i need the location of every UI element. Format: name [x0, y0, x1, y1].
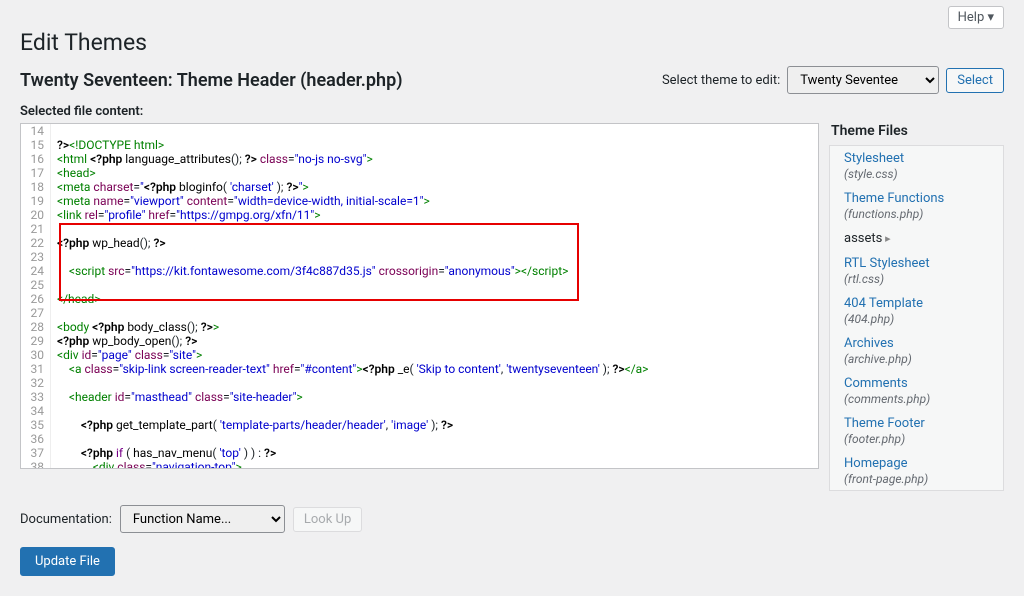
line-number: 21	[21, 222, 51, 236]
code-line[interactable]: 28<body <?php body_class(); ?>>	[21, 320, 818, 334]
line-number: 20	[21, 208, 51, 222]
line-number: 34	[21, 404, 51, 418]
line-number: 36	[21, 432, 51, 446]
theme-files-title: Theme Files	[831, 123, 1004, 139]
code-line[interactable]: 33 <header id="masthead" class="site-hea…	[21, 390, 818, 404]
line-number: 29	[21, 334, 51, 348]
code-line[interactable]: 24 <script src="https://kit.fontawesome.…	[21, 264, 818, 278]
line-number: 33	[21, 390, 51, 404]
code-line[interactable]: 20<link rel="profile" href="https://gmpg…	[21, 208, 818, 222]
code-line[interactable]: 25	[21, 278, 818, 292]
code-line[interactable]: 30<div id="page" class="site">	[21, 348, 818, 362]
line-number: 25	[21, 278, 51, 292]
line-number: 30	[21, 348, 51, 362]
code-line[interactable]: 35 <?php get_template_part( 'template-pa…	[21, 418, 818, 432]
line-number: 28	[21, 320, 51, 334]
code-line[interactable]: 34	[21, 404, 818, 418]
line-number: 17	[21, 166, 51, 180]
code-line[interactable]: 32	[21, 376, 818, 390]
file-item[interactable]: Homepage(front-page.php)	[830, 451, 1003, 491]
line-number: 14	[21, 124, 51, 138]
code-line[interactable]: 38 <div class="navigation-top">	[21, 460, 818, 469]
code-line[interactable]: 14	[21, 124, 818, 138]
line-number: 23	[21, 250, 51, 264]
code-line[interactable]: 36	[21, 432, 818, 446]
documentation-select[interactable]: Function Name...	[120, 505, 285, 533]
select-button[interactable]: Select	[946, 68, 1004, 93]
file-item[interactable]: Archives(archive.php)	[830, 331, 1003, 371]
file-title: Twenty Seventeen: Theme Header (header.p…	[20, 70, 403, 91]
code-line[interactable]: 23	[21, 250, 818, 264]
file-item[interactable]: 404 Template(404.php)	[830, 291, 1003, 331]
line-number: 18	[21, 180, 51, 194]
line-number: 38	[21, 460, 51, 469]
code-line[interactable]: 26</head>	[21, 292, 818, 306]
line-number: 15	[21, 138, 51, 152]
file-item[interactable]: Theme Functions(functions.php)	[830, 186, 1003, 226]
code-line[interactable]: 37 <?php if ( has_nav_menu( 'top' ) ) : …	[21, 446, 818, 460]
file-tree[interactable]: Stylesheet(style.css)Theme Functions(fun…	[829, 145, 1004, 491]
code-line[interactable]: 22<?php wp_head(); ?>	[21, 236, 818, 250]
line-number: 35	[21, 418, 51, 432]
code-line[interactable]: 19<meta name="viewport" content="width=d…	[21, 194, 818, 208]
line-number: 27	[21, 306, 51, 320]
line-number: 37	[21, 446, 51, 460]
line-number: 19	[21, 194, 51, 208]
line-number: 16	[21, 152, 51, 166]
line-number: 24	[21, 264, 51, 278]
code-line[interactable]: 27	[21, 306, 818, 320]
line-number: 22	[21, 236, 51, 250]
line-number: 31	[21, 362, 51, 376]
file-item[interactable]: Theme Footer(footer.php)	[830, 411, 1003, 451]
code-line[interactable]: 18<meta charset="<?php bloginfo( 'charse…	[21, 180, 818, 194]
page-title: Edit Themes	[20, 29, 1004, 56]
code-line[interactable]: 16<html <?php language_attributes(); ?> …	[21, 152, 818, 166]
code-editor[interactable]: 1415?><!DOCTYPE html>16<html <?php langu…	[20, 123, 819, 469]
code-line[interactable]: 21	[21, 222, 818, 236]
file-item[interactable]: RTL Stylesheet(rtl.css)	[830, 251, 1003, 291]
code-line[interactable]: 31 <a class="skip-link screen-reader-tex…	[21, 362, 818, 376]
theme-select[interactable]: Twenty Seventee	[787, 66, 939, 94]
code-line[interactable]: 17<head>	[21, 166, 818, 180]
select-theme-label: Select theme to edit:	[662, 73, 780, 88]
selected-file-label: Selected file content:	[20, 104, 1004, 119]
file-item[interactable]: Stylesheet(style.css)	[830, 146, 1003, 186]
help-button[interactable]: Help ▾	[948, 6, 1004, 29]
file-item[interactable]: Comments(comments.php)	[830, 371, 1003, 411]
folder-item[interactable]: assets	[830, 226, 1003, 251]
lookup-button[interactable]: Look Up	[293, 507, 362, 532]
update-file-button[interactable]: Update File	[20, 547, 115, 576]
line-number: 32	[21, 376, 51, 390]
code-line[interactable]: 29<?php wp_body_open(); ?>	[21, 334, 818, 348]
documentation-label: Documentation:	[20, 512, 112, 527]
code-line[interactable]: 15?><!DOCTYPE html>	[21, 138, 818, 152]
line-number: 26	[21, 292, 51, 306]
